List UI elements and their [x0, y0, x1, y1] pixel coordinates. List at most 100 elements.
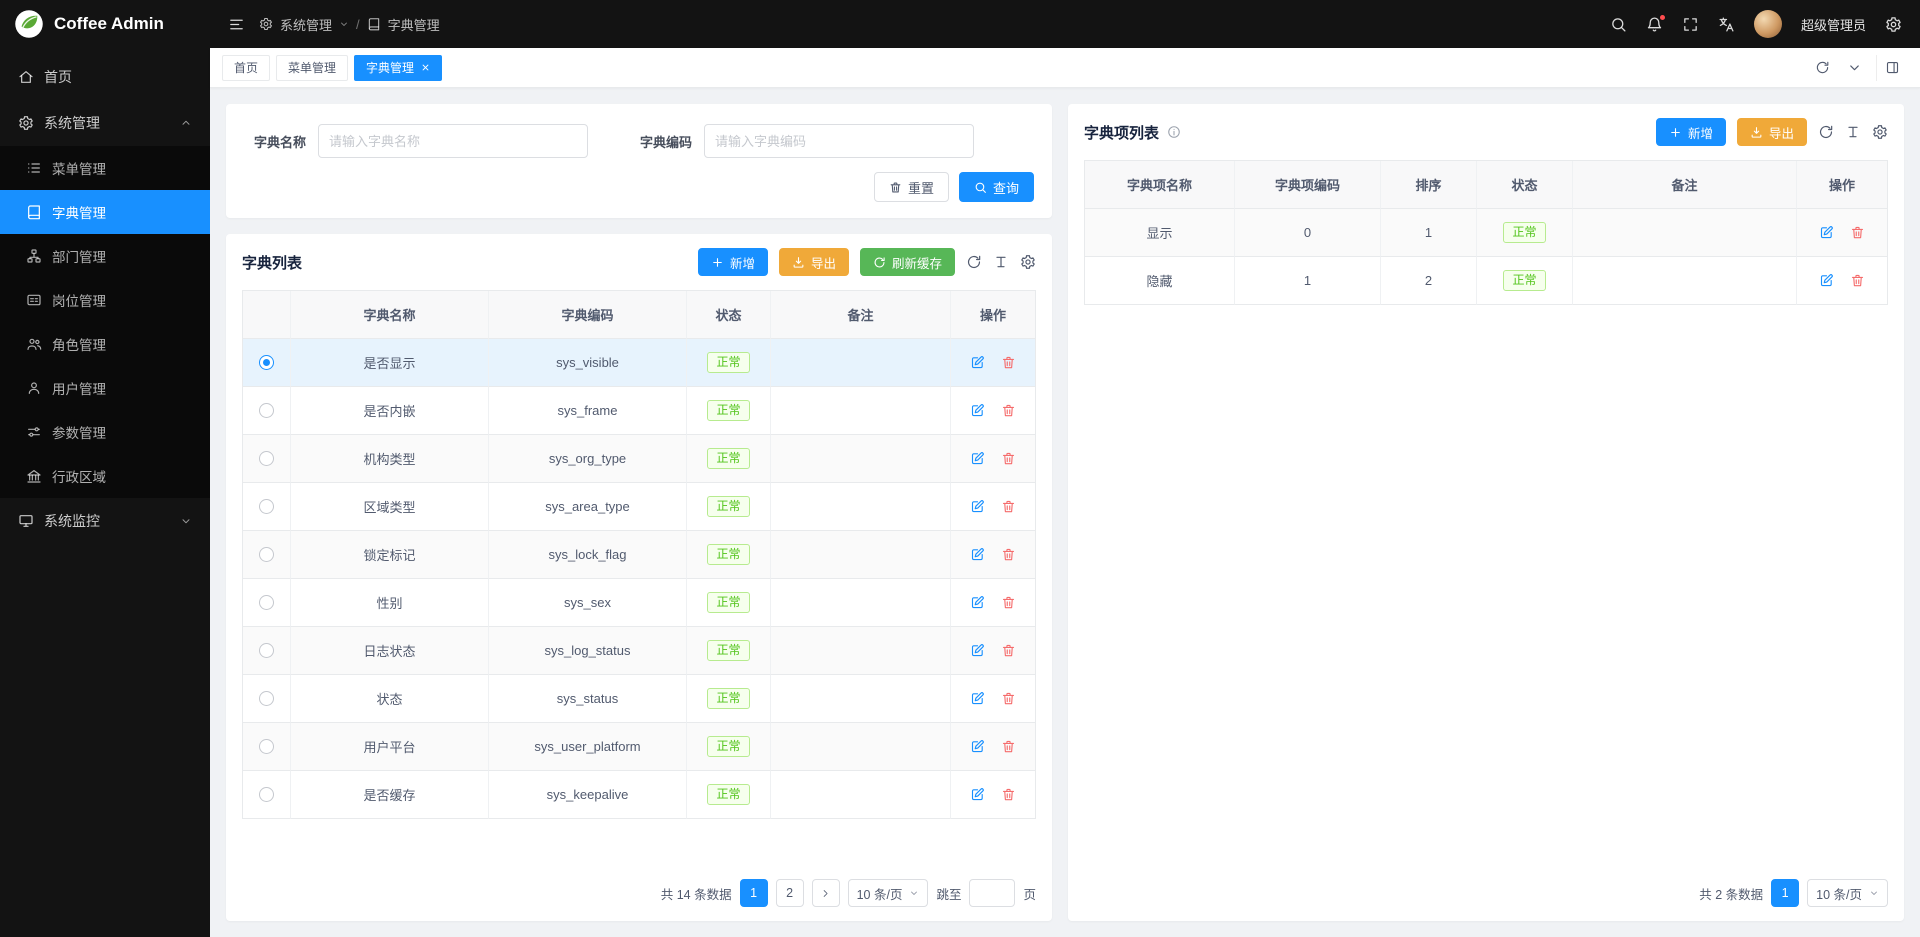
sidebar-item-menu-management[interactable]: 菜单管理: [0, 146, 210, 190]
edit-icon[interactable]: [970, 691, 985, 706]
tabs-dropdown-button[interactable]: [1838, 55, 1870, 81]
close-icon[interactable]: [421, 63, 430, 72]
refresh-table-button[interactable]: [966, 254, 982, 270]
refresh-tabs-button[interactable]: [1806, 55, 1838, 81]
table-row[interactable]: 性别 sys_sex 正常: [243, 579, 1035, 627]
dictionary-icon: [367, 17, 381, 31]
edit-icon[interactable]: [1819, 273, 1834, 288]
delete-icon[interactable]: [1001, 355, 1016, 370]
page-size-select[interactable]: 10 条/页: [848, 879, 929, 907]
page-button-1[interactable]: 1: [1771, 879, 1799, 907]
column-settings-button[interactable]: [1020, 254, 1036, 270]
add-dict-item-button[interactable]: 新增: [1656, 118, 1726, 146]
dict-name-input[interactable]: [318, 124, 588, 158]
layout-toggle-button[interactable]: [1876, 55, 1908, 81]
sidebar-item-param-management[interactable]: 参数管理: [0, 410, 210, 454]
sidebar-item-role-management[interactable]: 角色管理: [0, 322, 210, 366]
delete-icon[interactable]: [1850, 273, 1865, 288]
sidebar-item-admin-region[interactable]: 行政区域: [0, 454, 210, 498]
sidebar-item-home[interactable]: 首页: [0, 54, 210, 100]
total-count: 共 2 条数据: [1699, 884, 1763, 903]
edit-icon[interactable]: [970, 739, 985, 754]
page-button-1[interactable]: 1: [740, 879, 768, 907]
delete-icon[interactable]: [1001, 691, 1016, 706]
tab-home[interactable]: 首页: [222, 55, 270, 81]
page-button-2[interactable]: 2: [776, 879, 804, 907]
avatar[interactable]: [1754, 10, 1782, 38]
delete-icon[interactable]: [1001, 451, 1016, 466]
edit-icon[interactable]: [970, 643, 985, 658]
edit-icon[interactable]: [970, 595, 985, 610]
next-page-button[interactable]: [812, 879, 840, 907]
sidebar-item-system-monitor[interactable]: 系统监控: [0, 498, 210, 544]
delete-icon[interactable]: [1001, 547, 1016, 562]
row-radio[interactable]: [259, 403, 274, 418]
edit-icon[interactable]: [970, 547, 985, 562]
notifications-button[interactable]: [1646, 16, 1663, 33]
search-button[interactable]: [1610, 16, 1627, 33]
collapse-menu-button[interactable]: [228, 16, 245, 33]
settings-button[interactable]: [1885, 16, 1902, 33]
edit-icon[interactable]: [970, 451, 985, 466]
table-row[interactable]: 状态 sys_status 正常: [243, 675, 1035, 723]
row-radio[interactable]: [259, 547, 274, 562]
edit-icon[interactable]: [1819, 225, 1834, 240]
delete-icon[interactable]: [1001, 643, 1016, 658]
jump-page-input[interactable]: [969, 879, 1015, 907]
edit-icon[interactable]: [970, 403, 985, 418]
table-row[interactable]: 用户平台 sys_user_platform 正常: [243, 723, 1035, 771]
row-radio[interactable]: [259, 499, 274, 514]
edit-icon[interactable]: [970, 355, 985, 370]
edit-icon[interactable]: [970, 499, 985, 514]
breadcrumb: 系统管理 / 字典管理: [259, 15, 440, 34]
export-dict-item-button[interactable]: 导出: [1737, 118, 1807, 146]
page-size-select[interactable]: 10 条/页: [1807, 879, 1888, 907]
row-radio[interactable]: [259, 355, 274, 370]
query-button[interactable]: 查询: [959, 172, 1034, 202]
row-radio[interactable]: [259, 595, 274, 610]
row-radio[interactable]: [259, 691, 274, 706]
sidebar-item-dept-management[interactable]: 部门管理: [0, 234, 210, 278]
sidebar-item-system-management[interactable]: 系统管理: [0, 100, 210, 146]
language-button[interactable]: [1718, 16, 1735, 33]
refresh-cache-button[interactable]: 刷新缓存: [860, 248, 955, 276]
delete-icon[interactable]: [1001, 403, 1016, 418]
table-row[interactable]: 锁定标记 sys_lock_flag 正常: [243, 531, 1035, 579]
row-radio[interactable]: [259, 451, 274, 466]
delete-icon[interactable]: [1850, 225, 1865, 240]
reset-button[interactable]: 重置: [874, 172, 949, 202]
table-row[interactable]: 是否显示 sys_visible 正常: [243, 339, 1035, 387]
row-radio[interactable]: [259, 739, 274, 754]
delete-icon[interactable]: [1001, 499, 1016, 514]
delete-icon[interactable]: [1001, 739, 1016, 754]
username[interactable]: 超级管理员: [1801, 15, 1866, 34]
tab-dict-management[interactable]: 字典管理: [354, 55, 442, 81]
breadcrumb-item-dict[interactable]: 字典管理: [367, 15, 440, 34]
sidebar-item-post-management[interactable]: 岗位管理: [0, 278, 210, 322]
column-settings-button[interactable]: [1872, 124, 1888, 140]
export-dict-button[interactable]: 导出: [779, 248, 849, 276]
info-icon[interactable]: [1167, 125, 1181, 139]
add-dict-button[interactable]: 新增: [698, 248, 768, 276]
table-row[interactable]: 是否内嵌 sys_frame 正常: [243, 387, 1035, 435]
refresh-table-button[interactable]: [1818, 124, 1834, 140]
tab-menu-management[interactable]: 菜单管理: [276, 55, 348, 81]
font-size-button[interactable]: [1845, 124, 1861, 140]
dict-name-label: 字典名称: [244, 132, 306, 151]
row-radio[interactable]: [259, 787, 274, 802]
table-row[interactable]: 区域类型 sys_area_type 正常: [243, 483, 1035, 531]
table-row[interactable]: 机构类型 sys_org_type 正常: [243, 435, 1035, 483]
table-row[interactable]: 日志状态 sys_log_status 正常: [243, 627, 1035, 675]
delete-icon[interactable]: [1001, 787, 1016, 802]
row-radio[interactable]: [259, 643, 274, 658]
sidebar-item-dict-management[interactable]: 字典管理: [0, 190, 210, 234]
sidebar-item-user-management[interactable]: 用户管理: [0, 366, 210, 410]
delete-icon[interactable]: [1001, 595, 1016, 610]
dict-code: sys_user_platform: [489, 723, 687, 771]
fullscreen-button[interactable]: [1682, 16, 1699, 33]
table-row[interactable]: 是否缓存 sys_keepalive 正常: [243, 771, 1035, 819]
dict-code-input[interactable]: [704, 124, 974, 158]
breadcrumb-item-system[interactable]: 系统管理: [259, 15, 349, 34]
edit-icon[interactable]: [970, 787, 985, 802]
font-size-button[interactable]: [993, 254, 1009, 270]
